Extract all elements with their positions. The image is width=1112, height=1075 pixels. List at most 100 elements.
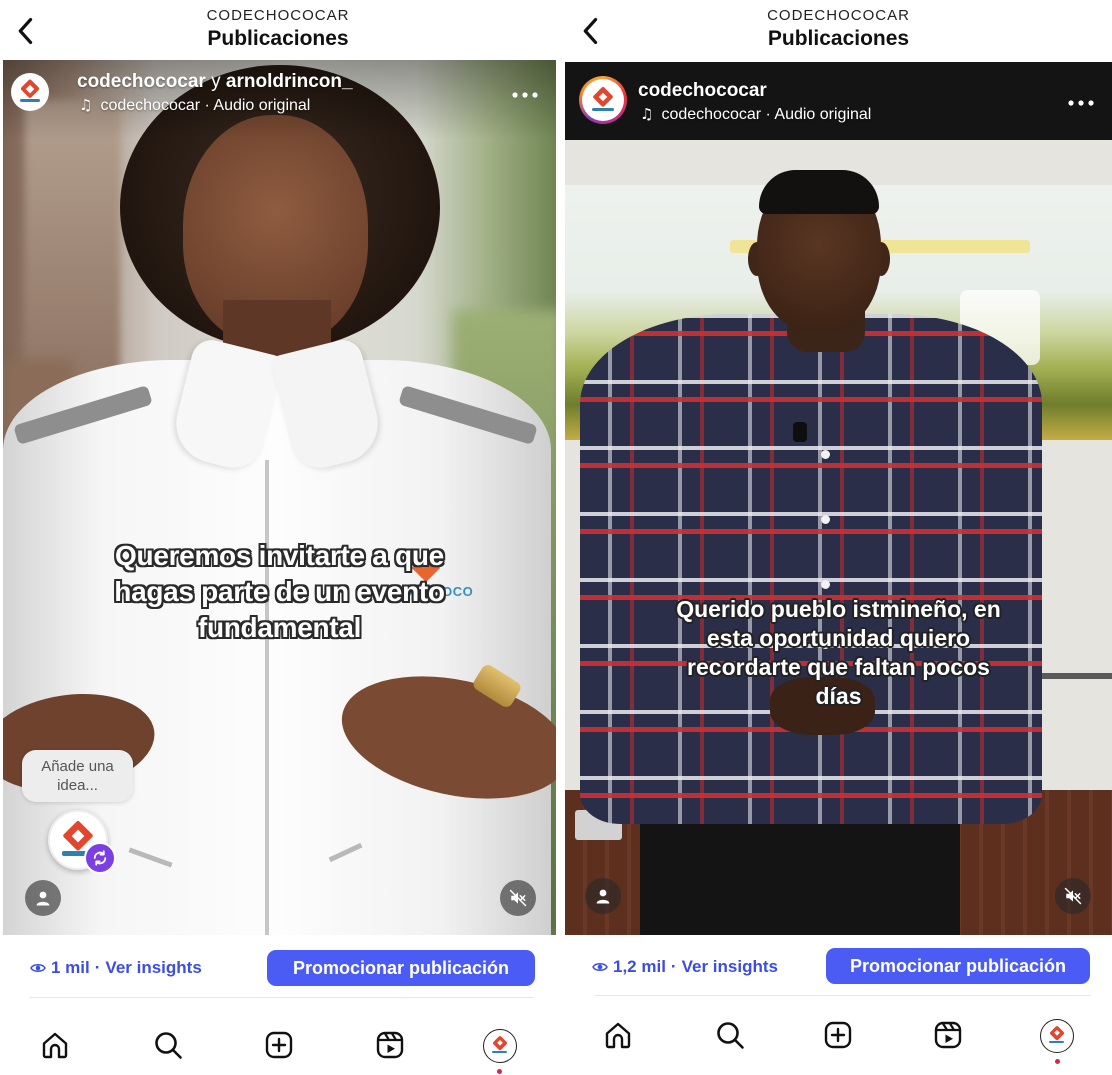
header-account-name: CODECHOCOCAR (767, 7, 910, 24)
view-insights-link[interactable]: Ver insights (105, 958, 201, 978)
page-title: Publicaciones (207, 27, 349, 50)
more-options-button[interactable] (1067, 95, 1095, 106)
nav-create[interactable] (263, 1029, 295, 1061)
nav-create[interactable] (822, 1019, 854, 1051)
authors-connector: y (205, 71, 226, 92)
post-screen-left: CODECHOCOCAR Publicaciones CODECHOCO cod… (0, 0, 556, 1075)
video-caption: Querido pueblo istmineño, en esta oportu… (565, 595, 1112, 711)
story-ring-inner (582, 79, 624, 121)
person-icon (36, 891, 50, 906)
tagged-people-button[interactable] (25, 880, 61, 916)
jacket-zipper (265, 460, 269, 935)
post-authors: codechococar y arnoldrincon_ (77, 71, 353, 93)
home-icon (42, 1032, 68, 1059)
stats-separator: · (670, 957, 677, 976)
divider (595, 995, 1090, 996)
sync-icon (93, 850, 107, 866)
plaid-shirt (580, 314, 1042, 824)
tagged-people-button[interactable] (585, 878, 621, 914)
logo-wordmark (1048, 1040, 1065, 1044)
author-avatar[interactable] (11, 73, 49, 111)
back-button[interactable] (573, 12, 609, 50)
reels-icon (934, 1021, 962, 1049)
page-title: Publicaciones (767, 27, 910, 50)
nav-profile[interactable] (1040, 1019, 1074, 1053)
reel-video[interactable]: codechococar ♫ codechococar · Audio orig… (565, 62, 1112, 935)
logo-wordmark (491, 1050, 508, 1054)
nav-search[interactable] (152, 1029, 184, 1061)
header-account-name: CODECHOCOCAR (206, 7, 350, 24)
audio-attribution[interactable]: ♫ codechococar · Audio original (79, 96, 310, 115)
view-count: 1,2 mil (613, 957, 666, 976)
search-icon (717, 1022, 744, 1049)
caption-line: días (815, 683, 862, 709)
notification-dot (1055, 1059, 1060, 1064)
panel-gap (556, 0, 565, 1075)
promote-post-button[interactable]: Promocionar publicación (267, 950, 535, 986)
music-note-icon: ♫ (79, 96, 93, 114)
promote-post-button[interactable]: Promocionar publicación (826, 948, 1090, 984)
mute-toggle[interactable] (500, 880, 536, 916)
profile-avatar (1043, 1022, 1070, 1049)
nav-reels[interactable] (932, 1019, 964, 1051)
caption-line: hagas parte de un evento (114, 576, 445, 607)
mute-toggle[interactable] (1055, 878, 1091, 914)
shirt-button (821, 450, 830, 459)
nav-search[interactable] (714, 1019, 746, 1051)
author-username[interactable]: codechococar (638, 80, 767, 101)
shirt-button (821, 515, 830, 524)
more-horizontal-icon (512, 92, 538, 98)
reels-icon (376, 1031, 404, 1059)
audio-label: codechococar · Audio original (661, 106, 872, 123)
plus-square-icon (824, 1021, 852, 1049)
lapel-microphone (793, 422, 807, 442)
caption-line: recordarte que faltan pocos (687, 654, 990, 680)
add-idea-bubble[interactable]: Añade una idea... (22, 750, 133, 802)
remix-badge[interactable] (84, 842, 116, 874)
author-avatar-story-ring[interactable] (579, 76, 627, 124)
video-caption: Queremos invitarte a que hagas parte de … (3, 538, 556, 646)
eye-icon (592, 963, 608, 971)
back-button[interactable] (8, 12, 44, 50)
views-insights[interactable]: 1 mil · Ver insights (30, 958, 202, 978)
more-horizontal-icon (1068, 100, 1094, 106)
post-screen-right: CODECHOCOCAR Publicaciones codechococar … (565, 0, 1112, 1075)
stats-separator: · (94, 958, 101, 977)
views-insights[interactable]: 1,2 mil · Ver insights (592, 957, 778, 977)
view-insights-link[interactable]: Ver insights (682, 957, 778, 977)
logo-wordmark (19, 99, 41, 103)
caption-line: Queremos invitarte a que (115, 540, 444, 571)
nav-home[interactable] (39, 1029, 71, 1061)
eye-icon (30, 964, 46, 972)
reel-video[interactable]: CODECHOCO codechococar y arnoldrincon_ ♫… (3, 60, 556, 935)
speaker-muted-icon (1064, 887, 1082, 905)
nav-home[interactable] (602, 1019, 634, 1051)
person-hair (759, 170, 879, 214)
author-avatar (584, 81, 622, 119)
logo-wordmark (592, 107, 614, 111)
more-options-button[interactable] (511, 87, 539, 98)
caption-line: Querido pueblo istmineño, en (676, 596, 1001, 622)
collaborator-username[interactable]: arnoldrincon_ (226, 71, 353, 92)
person-icon (596, 889, 610, 904)
music-note-icon: ♫ (640, 105, 654, 123)
plus-square-icon (265, 1031, 293, 1059)
divider (30, 997, 534, 998)
audio-attribution[interactable]: ♫ codechococar · Audio original (640, 105, 871, 124)
caption-line: fundamental (197, 612, 362, 643)
view-count: 1 mil (51, 958, 90, 977)
chevron-left-icon (18, 17, 33, 45)
search-icon (155, 1032, 182, 1059)
shirt-button (821, 580, 830, 589)
author-username[interactable]: codechococar (77, 71, 206, 92)
home-icon (605, 1022, 631, 1049)
audio-label: codechococar · Audio original (100, 97, 311, 114)
nav-profile[interactable] (483, 1029, 517, 1063)
chevron-left-icon (583, 17, 598, 45)
nav-reels[interactable] (374, 1029, 406, 1061)
notification-dot (497, 1069, 502, 1074)
profile-avatar (486, 1032, 513, 1059)
post-authors: codechococar (638, 80, 767, 102)
caption-line: esta oportunidad quiero (706, 625, 971, 651)
speaker-muted-icon (509, 889, 527, 907)
